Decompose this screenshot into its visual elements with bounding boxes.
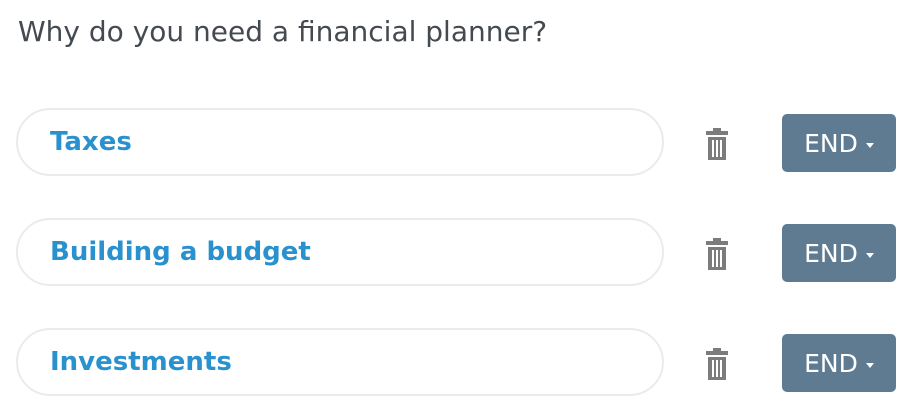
caret-down-icon [865, 252, 874, 258]
end-dropdown-button[interactable]: END [782, 334, 896, 392]
end-button-label: END [804, 128, 858, 158]
answer-label: Building a budget [50, 237, 311, 267]
trash-icon[interactable] [702, 126, 732, 162]
caret-down-icon [865, 142, 874, 148]
answer-input[interactable]: Taxes [16, 108, 664, 176]
answer-label: Investments [50, 347, 232, 377]
answer-row: Building a budget END [0, 218, 916, 290]
end-button-label: END [804, 348, 858, 378]
trash-icon[interactable] [702, 236, 732, 272]
caret-down-icon [865, 362, 874, 368]
trash-icon[interactable] [702, 346, 732, 382]
end-dropdown-button[interactable]: END [782, 114, 896, 172]
answer-input[interactable]: Building a budget [16, 218, 664, 286]
question-title: Why do you need a financial planner? [18, 15, 548, 48]
end-dropdown-button[interactable]: END [782, 224, 896, 282]
answer-row: Taxes END [0, 108, 916, 180]
answer-input[interactable]: Investments [16, 328, 664, 396]
end-button-label: END [804, 238, 858, 268]
answer-label: Taxes [50, 127, 132, 157]
answer-row: Investments END [0, 328, 916, 400]
